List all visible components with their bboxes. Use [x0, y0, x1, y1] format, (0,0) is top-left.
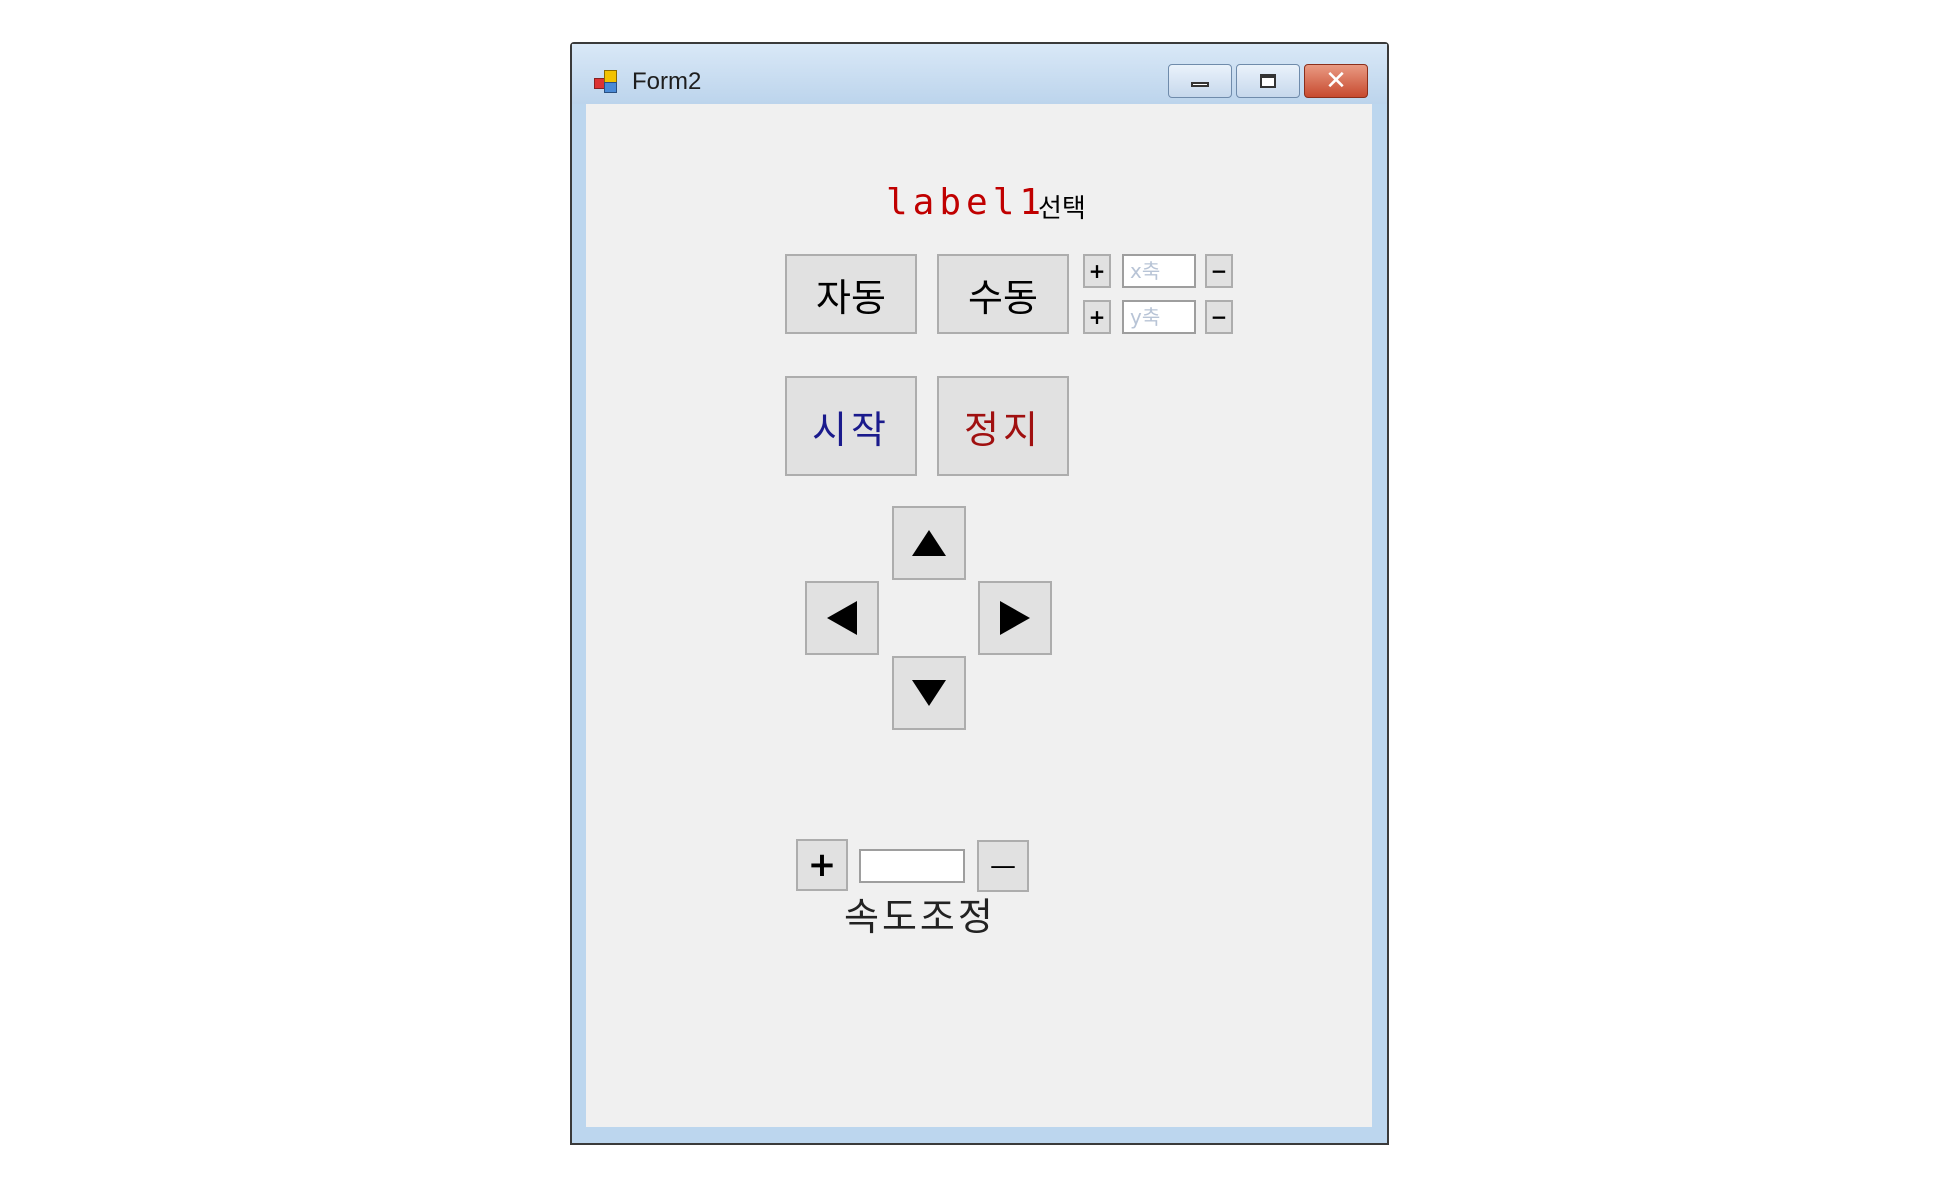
maximize-button[interactable]: [1236, 64, 1300, 98]
label1: label1: [886, 182, 1047, 223]
stop-button[interactable]: 정지: [937, 376, 1069, 476]
x-plus-button[interactable]: +: [1083, 254, 1111, 288]
select-label: 선택: [1038, 194, 1086, 224]
speed-minus-button[interactable]: —: [977, 840, 1029, 892]
window-title: Form2: [632, 68, 702, 95]
up-button[interactable]: [892, 506, 966, 580]
arrow-up-icon: [912, 530, 946, 556]
auto-button-label: 자동: [816, 275, 886, 320]
app-icon: [594, 70, 618, 93]
maximize-icon: [1260, 74, 1276, 88]
speed-control-label: 속도조정: [844, 895, 996, 939]
y-minus-button[interactable]: −: [1205, 300, 1233, 334]
y-minus-label: −: [1210, 305, 1228, 329]
form-client-area: label1 선택 자동 수동 + − + − 시작 정지: [586, 104, 1372, 1127]
minimize-button[interactable]: [1168, 64, 1232, 98]
arrow-left-icon: [827, 601, 857, 635]
stop-button-label: 정지: [964, 407, 1042, 452]
speed-minus-label: —: [990, 851, 1016, 881]
speed-input[interactable]: [859, 849, 965, 883]
left-button[interactable]: [805, 581, 879, 655]
manual-button-label: 수동: [968, 275, 1038, 320]
title-bar[interactable]: Form2 ✕: [572, 44, 1387, 104]
form2-window: Form2 ✕ label1 선택 자동 수동 + − + −: [570, 42, 1389, 1145]
right-button[interactable]: [978, 581, 1052, 655]
y-plus-label: +: [1088, 305, 1106, 329]
minimize-icon: [1191, 82, 1209, 87]
start-button-label: 시작: [812, 407, 890, 452]
close-button[interactable]: ✕: [1304, 64, 1368, 98]
manual-button[interactable]: 수동: [937, 254, 1069, 334]
x-minus-button[interactable]: −: [1205, 254, 1233, 288]
x-plus-label: +: [1088, 259, 1106, 283]
speed-plus-label: +: [807, 845, 837, 885]
y-axis-input[interactable]: [1122, 300, 1196, 334]
start-button[interactable]: 시작: [785, 376, 917, 476]
down-button[interactable]: [892, 656, 966, 730]
speed-plus-button[interactable]: +: [796, 839, 848, 891]
close-icon: ✕: [1325, 66, 1347, 96]
arrow-right-icon: [1000, 601, 1030, 635]
y-plus-button[interactable]: +: [1083, 300, 1111, 334]
auto-button[interactable]: 자동: [785, 254, 917, 334]
arrow-down-icon: [912, 680, 946, 706]
x-minus-label: −: [1210, 259, 1228, 283]
x-axis-input[interactable]: [1122, 254, 1196, 288]
